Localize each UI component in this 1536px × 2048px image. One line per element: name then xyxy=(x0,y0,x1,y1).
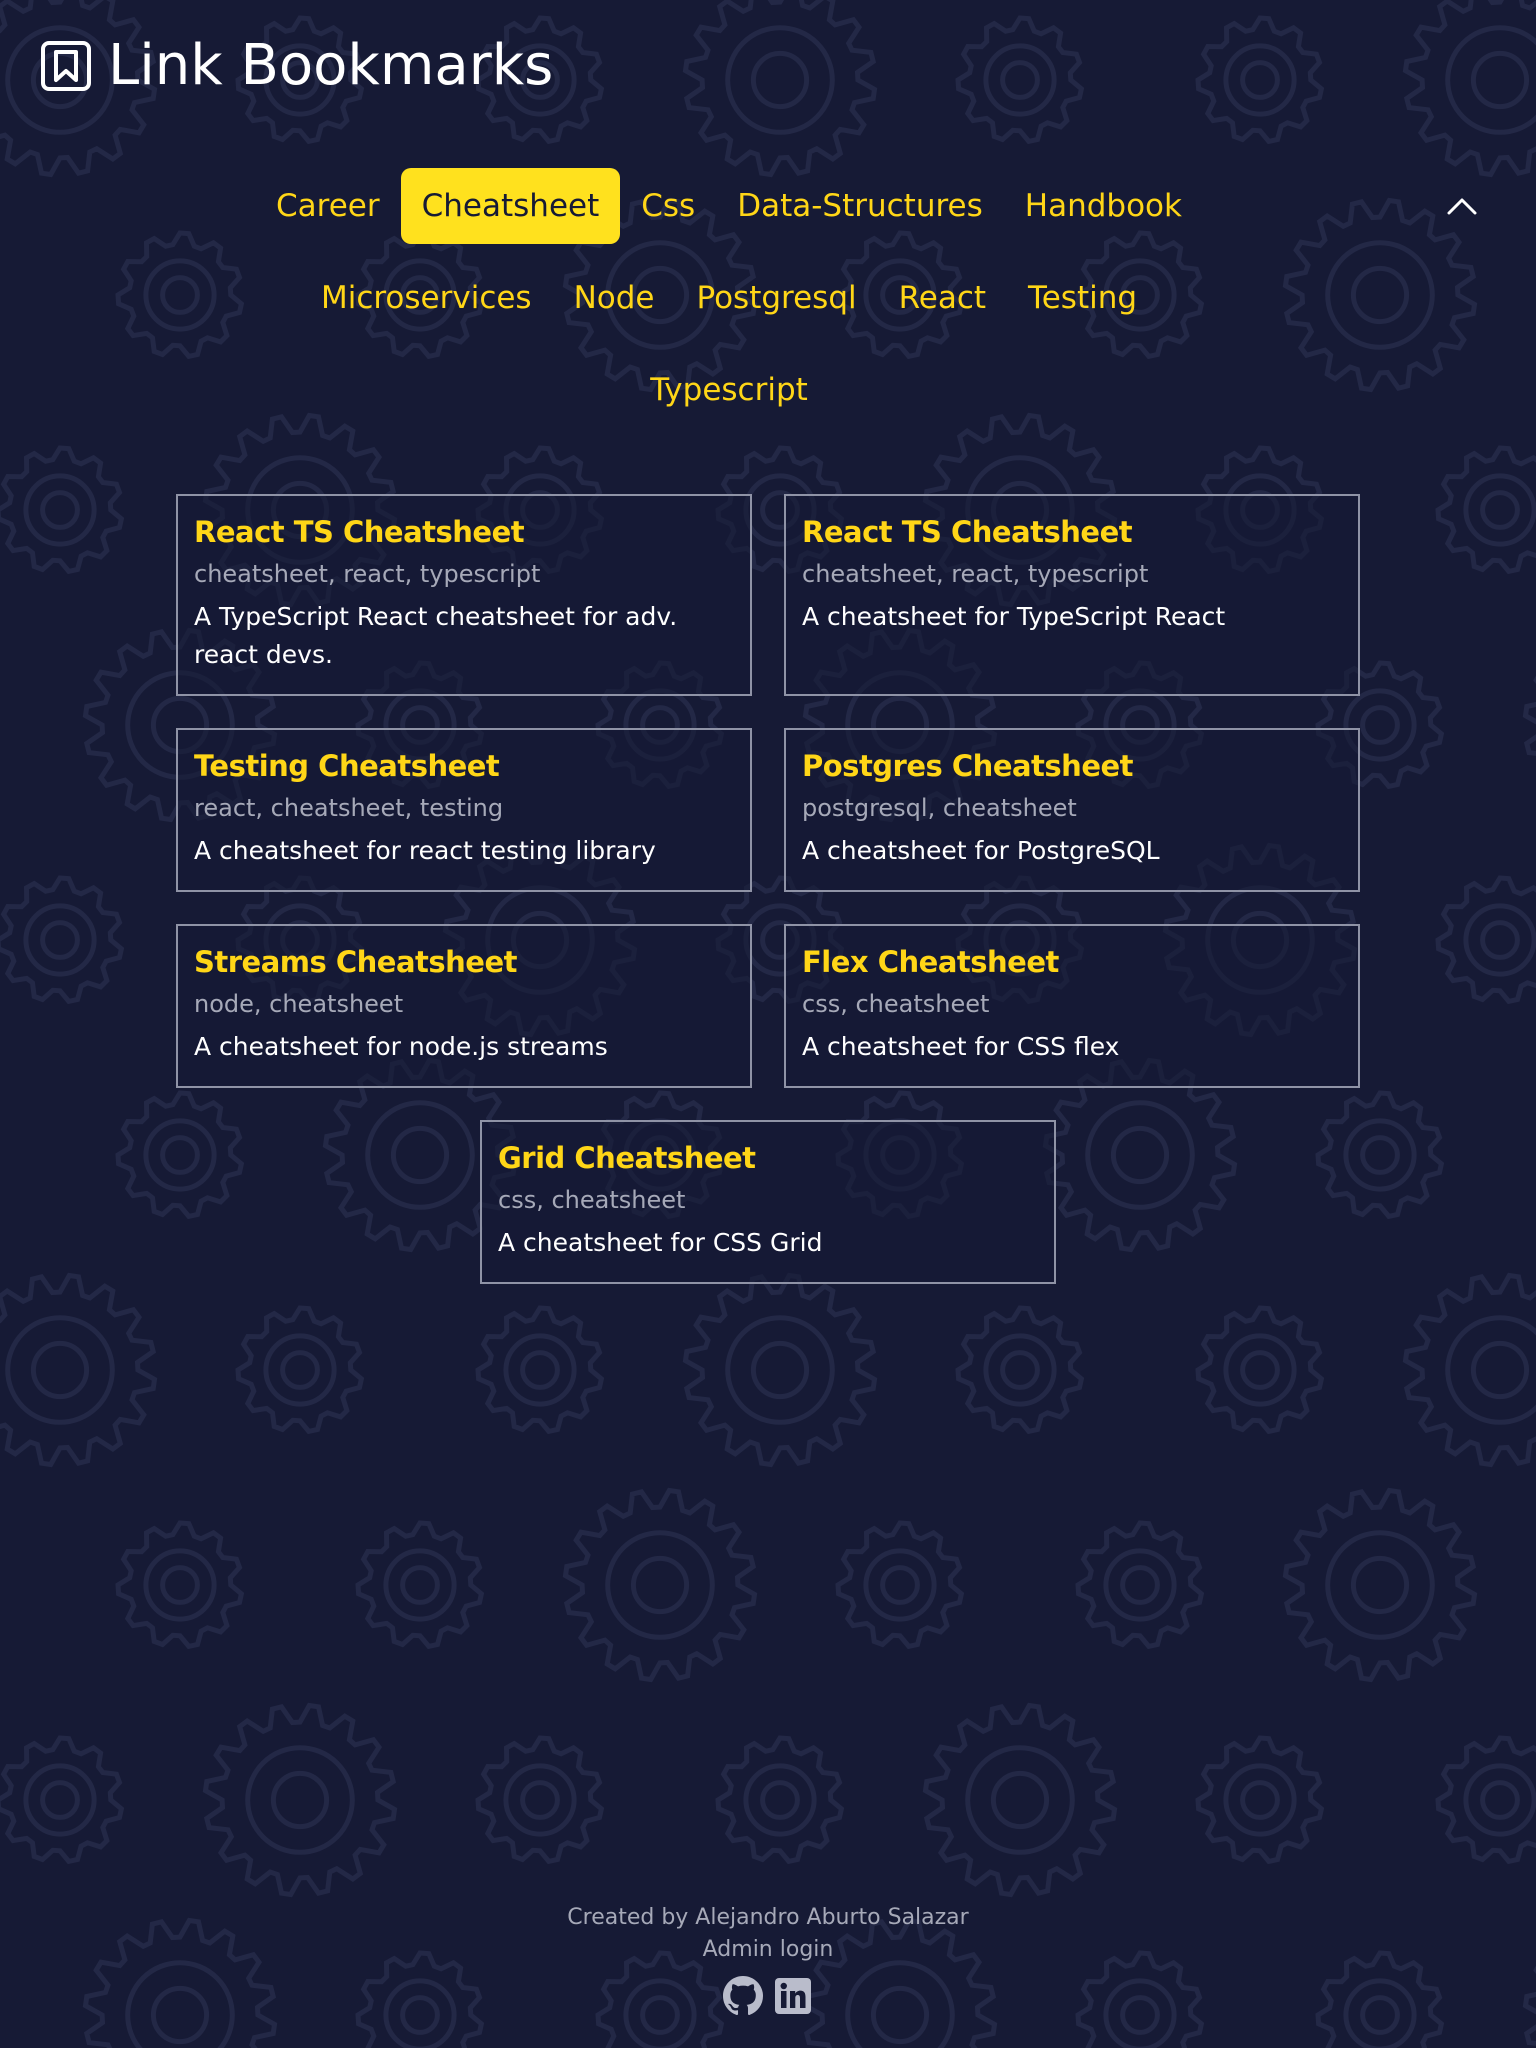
bookmark-card[interactable]: Flex Cheatsheet css, cheatsheet A cheats… xyxy=(784,924,1360,1088)
tag-row: Microservices Node Postgresql React Test… xyxy=(0,260,1536,336)
social-links xyxy=(0,1976,1536,2016)
tag-filter-nav: Career Cheatsheet Css Data-Structures Ha… xyxy=(0,168,1536,444)
card-title[interactable]: React TS Cheatsheet xyxy=(802,512,1342,552)
card-tags: cheatsheet, react, typescript xyxy=(802,560,1149,588)
card-title[interactable]: Flex Cheatsheet xyxy=(802,942,1342,982)
tag-testing[interactable]: Testing xyxy=(1007,260,1158,336)
card-title[interactable]: Postgres Cheatsheet xyxy=(802,746,1342,786)
card-tags: postgresql, cheatsheet xyxy=(802,794,1077,822)
linkedin-icon[interactable] xyxy=(773,1976,813,2016)
card-description: A cheatsheet for PostgreSQL xyxy=(802,836,1160,865)
card-title[interactable]: Streams Cheatsheet xyxy=(194,942,734,982)
tag-data-structures[interactable]: Data-Structures xyxy=(716,168,1004,244)
tag-row: Career Cheatsheet Css Data-Structures Ha… xyxy=(0,168,1536,244)
card-tags: node, cheatsheet xyxy=(194,990,404,1018)
bookmark-card[interactable]: React TS Cheatsheet cheatsheet, react, t… xyxy=(784,494,1360,696)
card-description: A cheatsheet for CSS flex xyxy=(802,1032,1120,1061)
bookmark-card[interactable]: Postgres Cheatsheet postgresql, cheatshe… xyxy=(784,728,1360,892)
tag-row: Typescript xyxy=(0,352,1536,428)
site-header: Link Bookmarks xyxy=(40,34,553,98)
bookmark-card[interactable]: React TS Cheatsheet cheatsheet, react, t… xyxy=(176,494,752,696)
bookmark-card[interactable]: Testing Cheatsheet react, cheatsheet, te… xyxy=(176,728,752,892)
card-tags: css, cheatsheet xyxy=(802,990,990,1018)
bookmark-icon[interactable] xyxy=(40,40,92,92)
card-description: A cheatsheet for CSS Grid xyxy=(498,1228,823,1257)
tag-node[interactable]: Node xyxy=(553,260,676,336)
site-footer: Created by Alejandro Aburto Salazar Admi… xyxy=(0,1902,1536,2016)
tag-career[interactable]: Career xyxy=(255,168,401,244)
bookmark-card[interactable]: Grid Cheatsheet css, cheatsheet A cheats… xyxy=(480,1120,1056,1284)
tag-typescript[interactable]: Typescript xyxy=(629,352,829,428)
card-description: A TypeScript React cheatsheet for adv. r… xyxy=(194,602,678,669)
bookmark-card[interactable]: Streams Cheatsheet node, cheatsheet A ch… xyxy=(176,924,752,1088)
author-credit: Created by Alejandro Aburto Salazar xyxy=(567,1905,969,1930)
card-tags: cheatsheet, react, typescript xyxy=(194,560,541,588)
admin-login-link[interactable]: Admin login xyxy=(0,1934,1536,1966)
tag-microservices[interactable]: Microservices xyxy=(300,260,553,336)
tag-postgresql[interactable]: Postgresql xyxy=(676,260,878,336)
card-tags: css, cheatsheet xyxy=(498,1186,686,1214)
card-description: A cheatsheet for node.js streams xyxy=(194,1032,608,1061)
tag-handbook[interactable]: Handbook xyxy=(1004,168,1203,244)
github-icon[interactable] xyxy=(723,1976,763,2016)
card-description: A cheatsheet for TypeScript React xyxy=(802,602,1226,631)
tag-cheatsheet[interactable]: Cheatsheet xyxy=(400,168,621,244)
site-title[interactable]: Link Bookmarks xyxy=(108,34,553,98)
card-description: A cheatsheet for react testing library xyxy=(194,836,656,865)
card-title[interactable]: React TS Cheatsheet xyxy=(194,512,734,552)
card-tags: react, cheatsheet, testing xyxy=(194,794,504,822)
card-title[interactable]: Grid Cheatsheet xyxy=(498,1138,1038,1178)
card-title[interactable]: Testing Cheatsheet xyxy=(194,746,734,786)
tag-css[interactable]: Css xyxy=(620,168,716,244)
tag-react[interactable]: React xyxy=(878,260,1007,336)
